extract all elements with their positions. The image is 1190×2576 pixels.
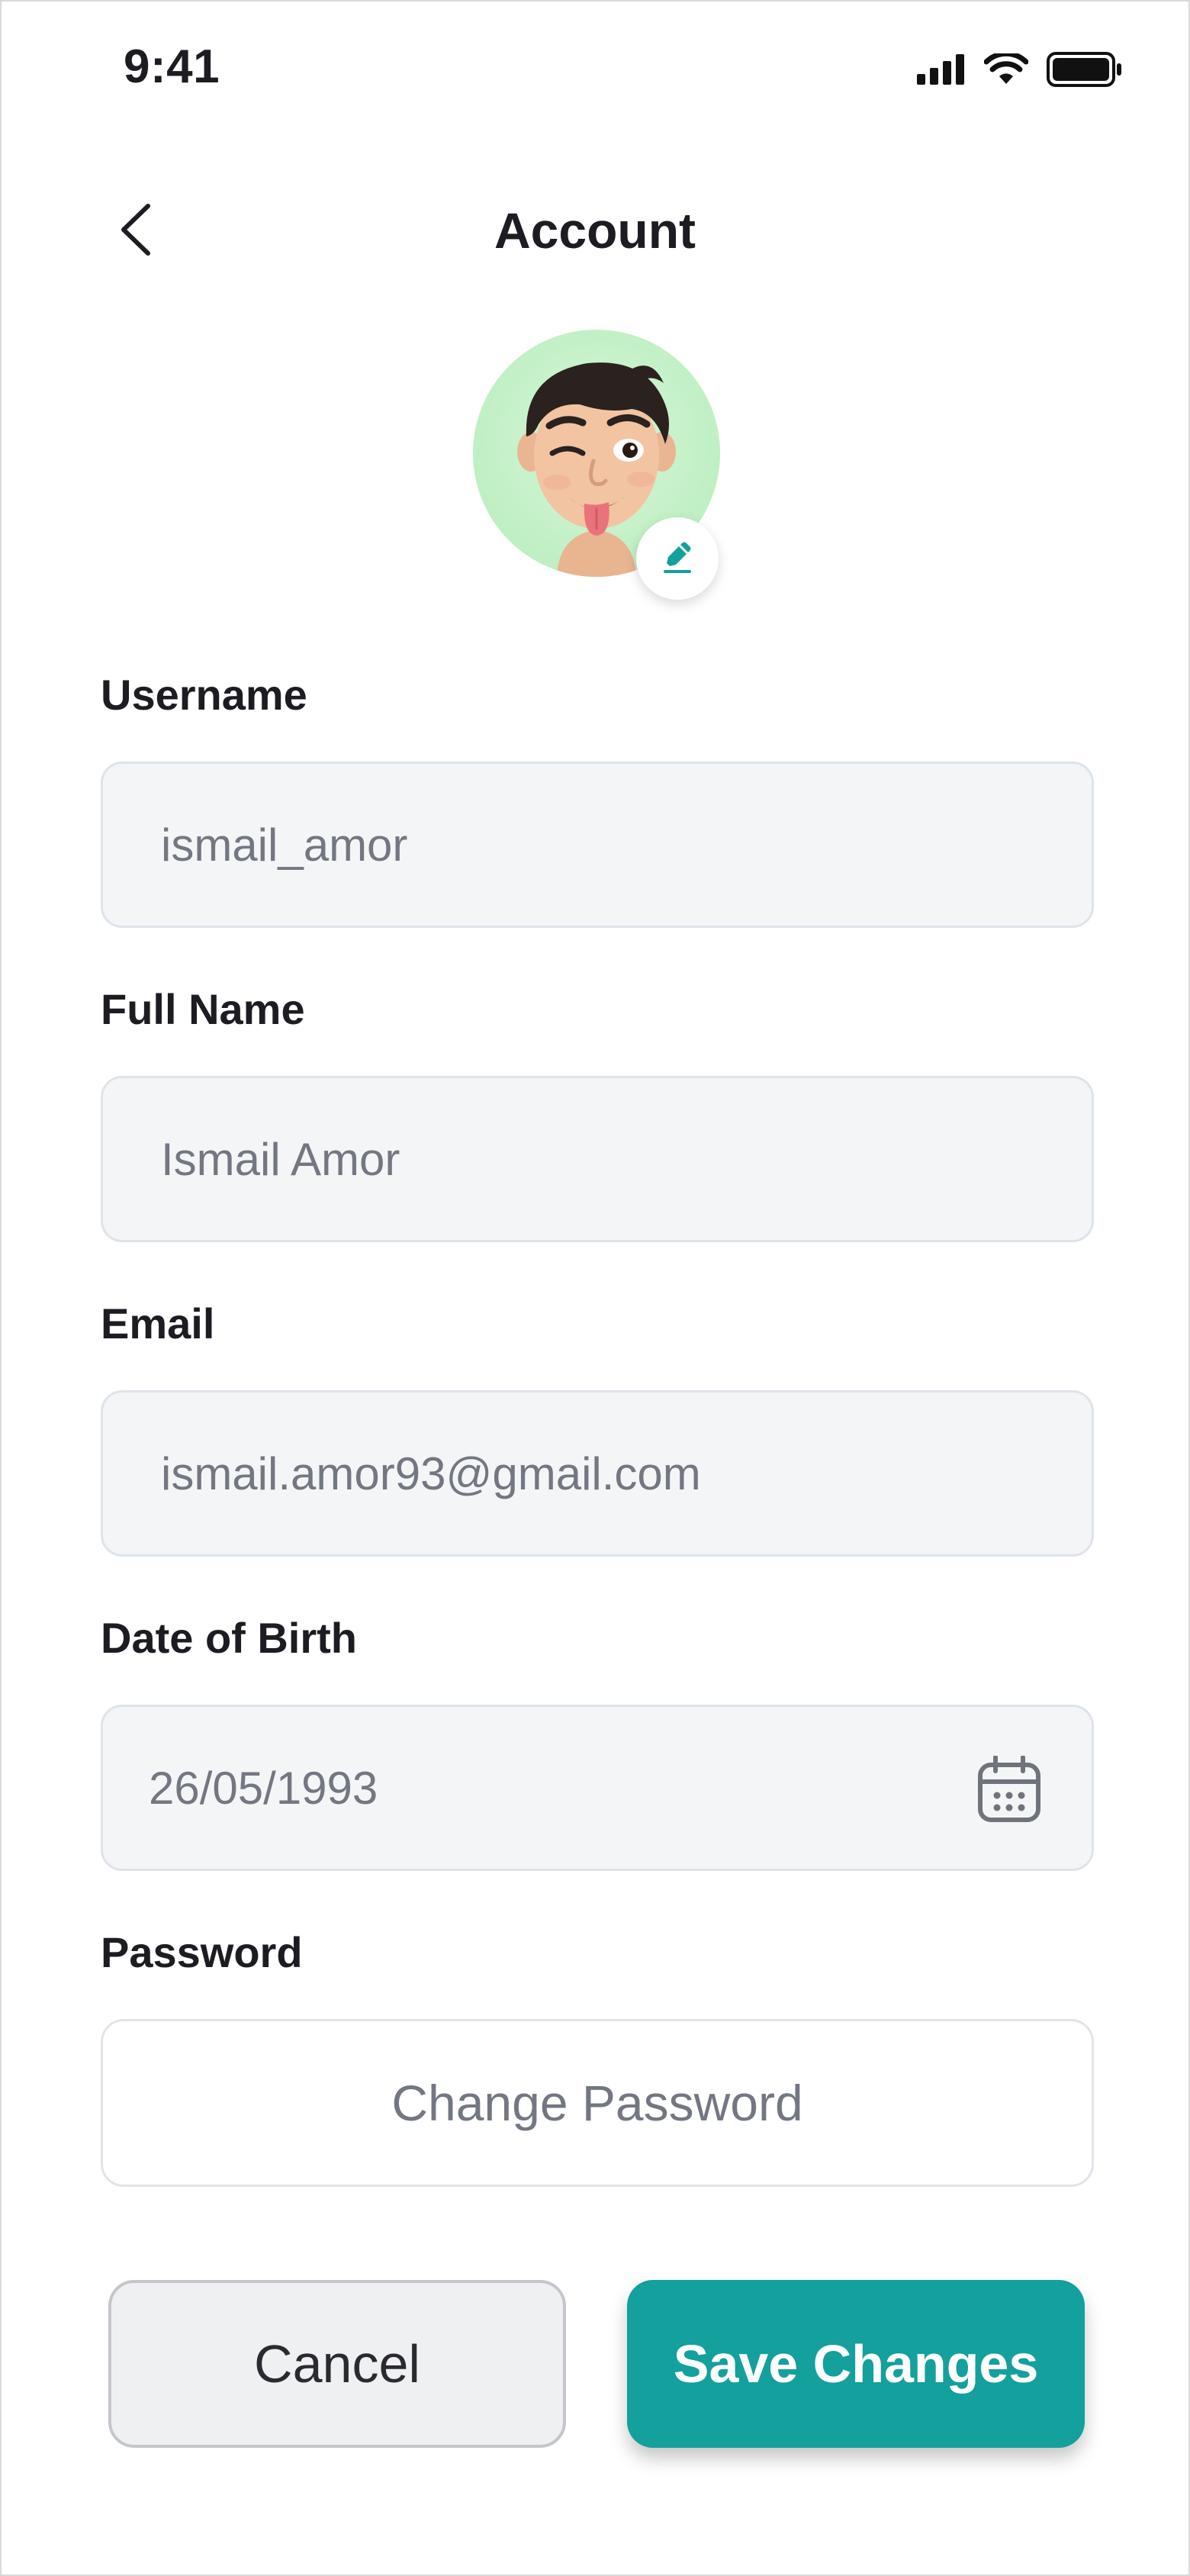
status-time: 9:41: [124, 40, 220, 93]
email-label: Email: [101, 1299, 215, 1348]
page-title: Account: [494, 202, 696, 259]
email-value: ismail.amor93@gmail.com: [161, 1447, 701, 1499]
full-name-field[interactable]: Ismail Amor: [101, 1076, 1094, 1242]
wifi-icon: [983, 50, 1029, 89]
full-name-label: Full Name: [101, 985, 305, 1033]
change-password-button[interactable]: Change Password: [101, 2019, 1094, 2187]
status-icons: [917, 50, 1123, 91]
edit-pen-icon: [659, 539, 696, 579]
username-label: Username: [101, 671, 307, 719]
save-changes-label: Save Changes: [673, 2334, 1039, 2394]
edit-avatar-button[interactable]: [636, 517, 719, 600]
save-changes-button[interactable]: Save Changes: [627, 2280, 1085, 2448]
battery-icon: [1047, 52, 1123, 91]
date-of-birth-label: Date of Birth: [101, 1614, 357, 1662]
password-label: Password: [101, 1928, 303, 1976]
email-field[interactable]: ismail.amor93@gmail.com: [101, 1390, 1094, 1557]
change-password-label: Change Password: [391, 2075, 803, 2131]
cancel-label: Cancel: [254, 2334, 420, 2394]
date-of-birth-value: 26/05/1993: [149, 1762, 378, 1814]
cellular-signal-icon: [917, 54, 966, 89]
date-of-birth-field[interactable]: 26/05/1993: [101, 1705, 1094, 1871]
calendar-icon[interactable]: [977, 1755, 1041, 1834]
username-field[interactable]: ismail_amor: [101, 762, 1094, 928]
profile-avatar-section: [473, 330, 720, 600]
username-value: ismail_amor: [161, 819, 408, 871]
phone-screen: 9:41 Account Username ismail_amor Full N…: [0, 0, 1190, 2576]
full-name-value: Ismail Amor: [161, 1133, 400, 1185]
cancel-button[interactable]: Cancel: [108, 2280, 566, 2448]
